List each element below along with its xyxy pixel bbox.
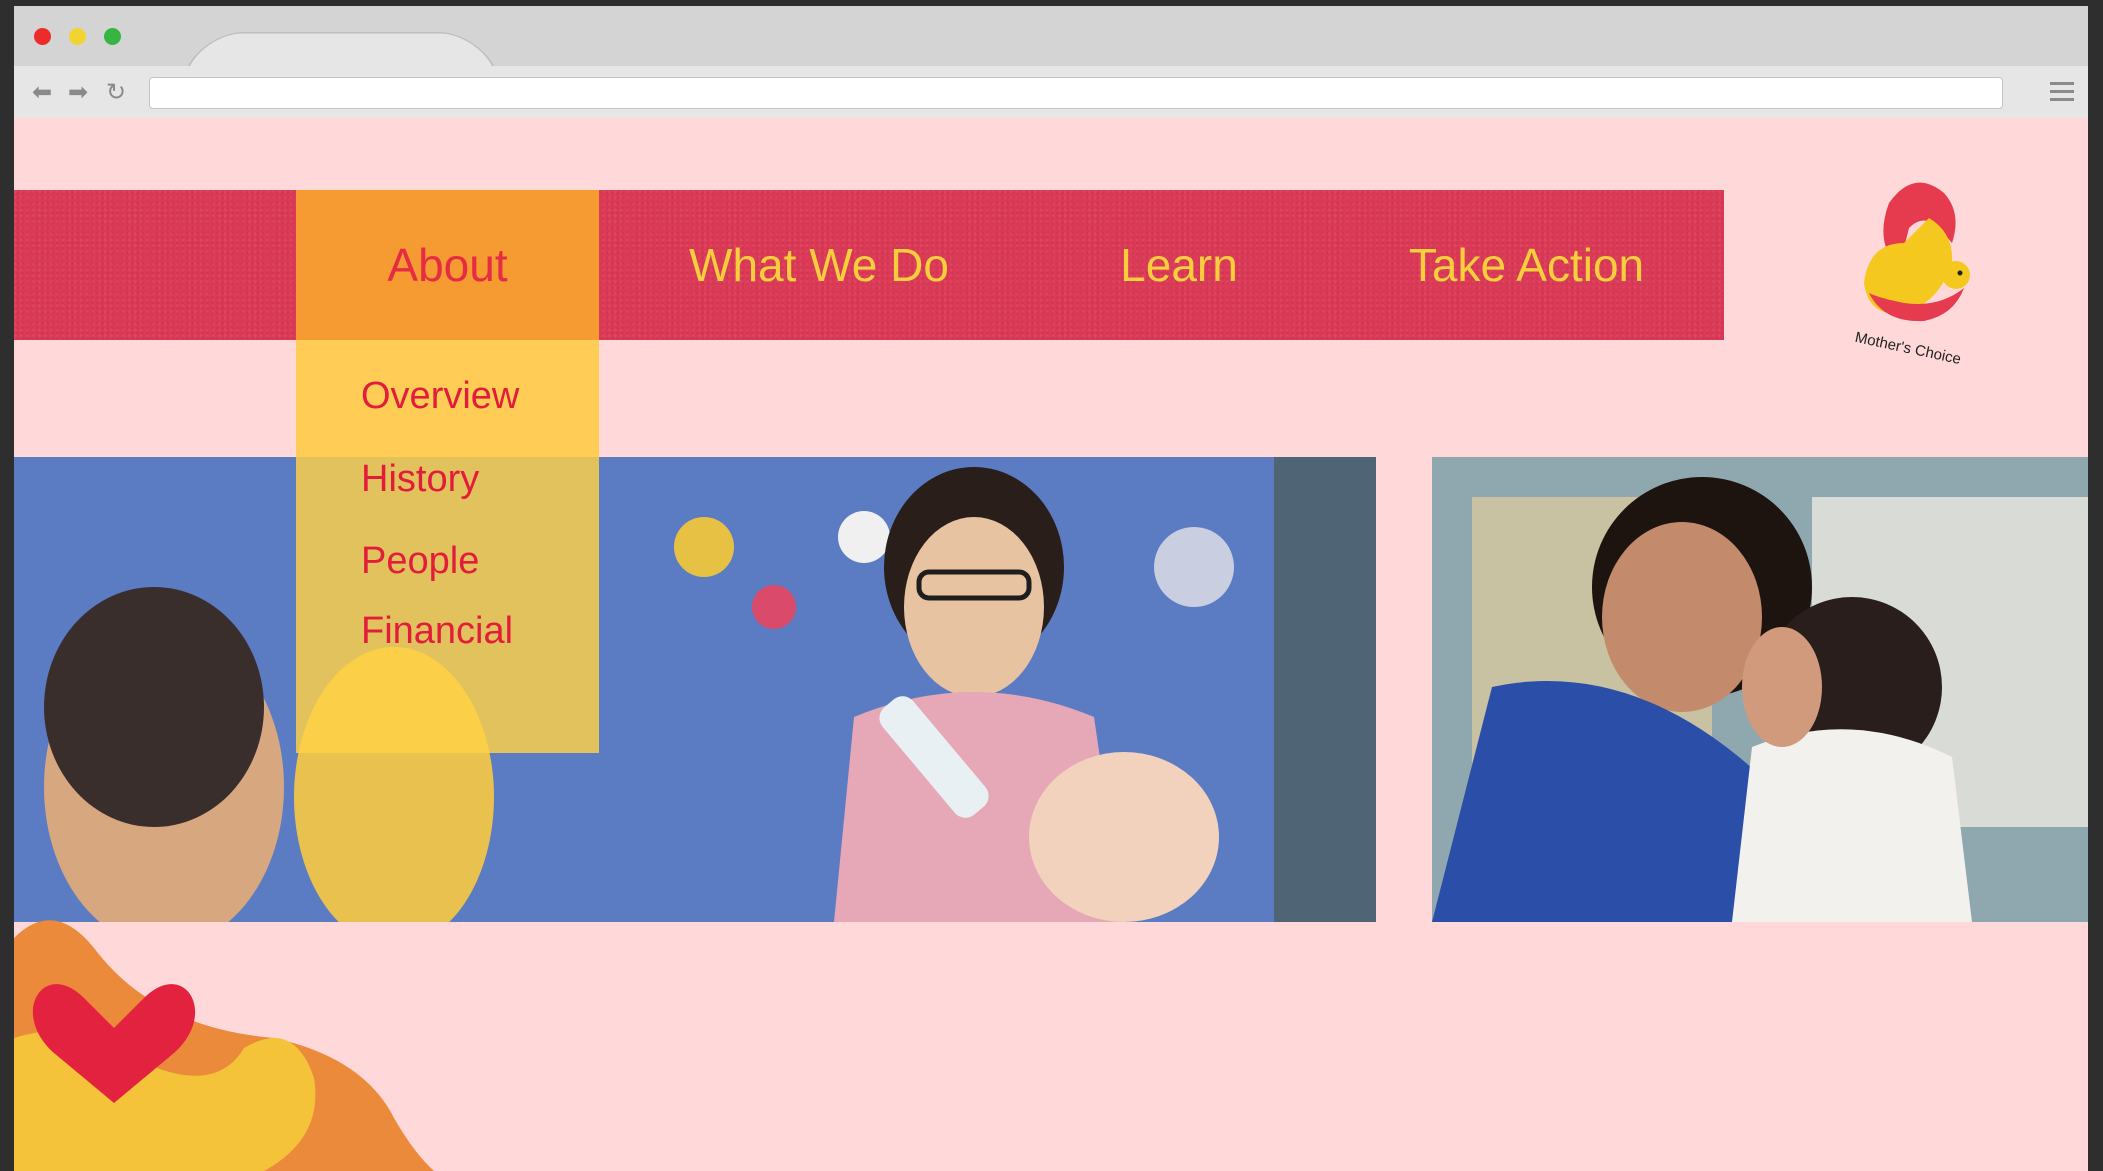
forward-arrow-icon[interactable]: ➡ bbox=[68, 80, 88, 104]
close-window-button[interactable] bbox=[34, 28, 51, 45]
decorative-heart-art bbox=[14, 838, 574, 1171]
browser-title-bar bbox=[14, 6, 2088, 72]
nav-learn[interactable]: Learn bbox=[1089, 190, 1269, 340]
about-dropdown-menu: Overview History People Financial bbox=[296, 340, 599, 753]
heart-blob-illustration bbox=[14, 920, 434, 1171]
second-photo-illustration bbox=[1432, 457, 2088, 922]
browser-toolbar: ⬅ ➡ ↻ bbox=[14, 66, 2088, 120]
logo-mother-child-icon bbox=[1864, 182, 1970, 322]
mothers-choice-logo[interactable] bbox=[1844, 173, 1984, 353]
back-arrow-icon[interactable]: ⬅ bbox=[32, 80, 52, 104]
dropdown-item-financial[interactable]: Financial bbox=[361, 610, 513, 653]
minimize-window-button[interactable] bbox=[69, 28, 86, 45]
web-page: About What We Do Learn Take Action Overv… bbox=[14, 118, 2088, 1171]
browser-window: ⬅ ➡ ↻ About What We Do Learn Take Action… bbox=[14, 6, 2088, 1171]
nav-take-action[interactable]: Take Action bbox=[1364, 190, 1689, 340]
dropdown-item-overview[interactable]: Overview bbox=[361, 375, 519, 418]
hamburger-menu-icon[interactable] bbox=[2050, 82, 2074, 102]
nav-what-we-do[interactable]: What We Do bbox=[654, 190, 984, 340]
maximize-window-button[interactable] bbox=[104, 28, 121, 45]
dropdown-item-history[interactable]: History bbox=[361, 458, 479, 501]
address-bar[interactable] bbox=[149, 77, 2003, 109]
nav-about[interactable]: About bbox=[296, 190, 599, 340]
main-navigation: About What We Do Learn Take Action bbox=[14, 190, 1724, 340]
reload-icon[interactable]: ↻ bbox=[106, 80, 126, 104]
photo-woman-hugging-child bbox=[1432, 457, 2088, 922]
dropdown-item-people[interactable]: People bbox=[361, 540, 479, 583]
